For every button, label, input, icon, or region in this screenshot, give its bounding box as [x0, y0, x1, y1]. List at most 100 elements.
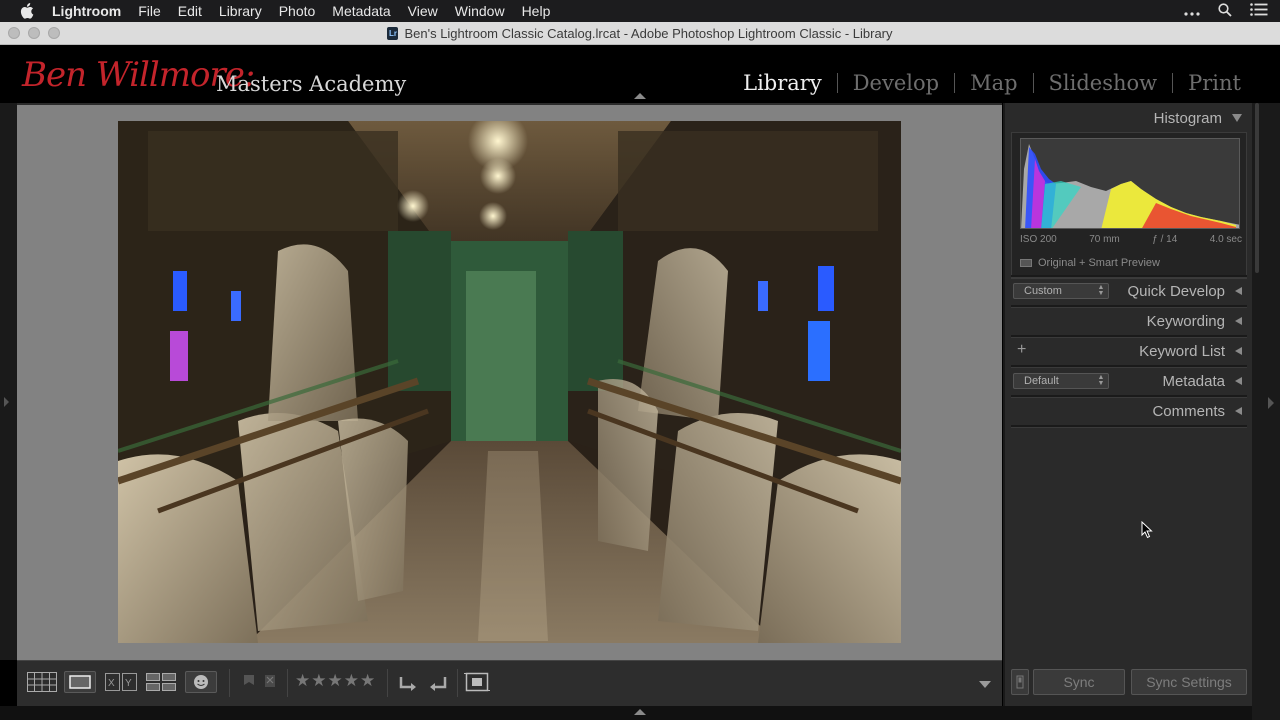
panel-divider	[1011, 335, 1247, 338]
quick-develop-title: Quick Develop	[1127, 282, 1225, 300]
sync-button[interactable]: Sync	[1033, 669, 1125, 695]
metadata-title: Metadata	[1162, 372, 1225, 390]
metadata-header[interactable]: Metadata	[1162, 371, 1242, 391]
keyword-list-header[interactable]: Keyword List	[1139, 341, 1242, 361]
zoom-window-button[interactable]	[48, 27, 60, 39]
keywording-title: Keywording	[1146, 312, 1225, 330]
toolbar-content-dropdown-icon[interactable]	[979, 681, 991, 688]
histogram-exif: ISO 200 70 mm ƒ / 14 4.0 sec	[1020, 234, 1242, 245]
module-develop[interactable]: Develop	[838, 71, 954, 95]
grid-view-icon[interactable]	[26, 671, 58, 693]
toolbar-separator	[287, 669, 288, 697]
histogram-panel: ISO 200 70 mm ƒ / 14 4.0 sec Original + …	[1011, 132, 1247, 279]
keyword-list-title: Keyword List	[1139, 342, 1225, 360]
loupe-view-icon[interactable]	[64, 671, 96, 693]
expanded-triangle-icon	[1232, 114, 1242, 122]
menu-help[interactable]: Help	[522, 3, 551, 19]
menu-window[interactable]: Window	[455, 3, 505, 19]
saved-preset-value: Custom	[1024, 285, 1062, 297]
mac-menubar: Lightroom File Edit Library Photo Metada…	[0, 0, 1280, 22]
comments-header[interactable]: Comments	[1152, 401, 1242, 421]
histogram-header[interactable]: Histogram	[1154, 108, 1242, 128]
module-slideshow[interactable]: Slideshow	[1034, 71, 1173, 95]
people-view-icon[interactable]	[185, 671, 217, 693]
comments-title: Comments	[1152, 402, 1225, 420]
identity-plate-subtitle: Masters Academy	[216, 72, 407, 96]
histogram-title: Histogram	[1153, 109, 1222, 127]
toolbar-separator	[457, 669, 458, 697]
pick-flag-icon[interactable]	[241, 671, 257, 693]
smart-preview-status[interactable]: Original + Smart Preview	[1020, 257, 1160, 269]
right-panel-toggle-icon[interactable]	[1268, 397, 1274, 409]
catalog-doc-icon: Lr	[387, 26, 399, 40]
right-panel-edge[interactable]	[1252, 103, 1280, 720]
left-panel-toggle-icon[interactable]	[4, 397, 9, 407]
stepper-arrows-icon: ▲ ▼	[1097, 284, 1105, 297]
apple-icon[interactable]	[20, 3, 34, 19]
menu-photo[interactable]: Photo	[279, 3, 316, 19]
module-print[interactable]: Print	[1173, 71, 1256, 95]
left-panel-edge[interactable]	[0, 103, 17, 660]
menu-edit[interactable]: Edit	[178, 3, 202, 19]
survey-view-icon[interactable]	[145, 671, 177, 693]
collapsed-triangle-icon	[1235, 377, 1242, 385]
keywording-header[interactable]: Keywording	[1147, 311, 1242, 331]
compare-x-label: X	[108, 678, 115, 689]
identity-plate-bar: Ben Willmore: Masters Academy Library De…	[0, 45, 1280, 103]
metadata-preset-value: Default	[1024, 375, 1059, 387]
crop-overlay-icon[interactable]	[464, 671, 490, 693]
metadata-preset-select[interactable]: Default ▲ ▼	[1013, 373, 1109, 389]
toolbar-separator	[387, 669, 388, 697]
window-controls	[8, 27, 60, 39]
star-rating[interactable]: ★★★★★	[295, 671, 376, 691]
panel-divider	[1011, 275, 1247, 278]
collapsed-triangle-icon	[1235, 317, 1242, 325]
filmstrip-collapsed-strip[interactable]	[0, 706, 1252, 720]
window-titlebar: Lr Ben's Lightroom Classic Catalog.lrcat…	[0, 22, 1280, 45]
focal-length-value: 70 mm	[1089, 234, 1120, 245]
menu-view[interactable]: View	[408, 3, 438, 19]
compare-view-icon[interactable]: XY	[104, 671, 138, 693]
right-panel-scrollbar[interactable]	[1255, 103, 1259, 273]
quick-develop-header[interactable]: Quick Develop	[1127, 281, 1242, 301]
rotate-left-icon[interactable]	[397, 671, 419, 693]
window-title: Ben's Lightroom Classic Catalog.lrcat - …	[404, 25, 893, 41]
menu-file[interactable]: File	[138, 3, 161, 19]
filmstrip-toggle-icon[interactable]	[634, 709, 646, 715]
histogram-graph[interactable]	[1020, 138, 1240, 229]
module-picker: Library Develop Map Slideshow Print	[728, 71, 1256, 95]
rotate-right-icon[interactable]	[427, 671, 449, 693]
iso-value: ISO 200	[1020, 234, 1057, 245]
smart-preview-label: Original + Smart Preview	[1038, 257, 1160, 269]
loupe-photo[interactable]	[118, 121, 901, 643]
add-keyword-icon[interactable]: +	[1017, 341, 1026, 359]
minimize-window-button[interactable]	[28, 27, 40, 39]
menu-library[interactable]: Library	[219, 3, 262, 19]
list-icon[interactable]	[1250, 3, 1268, 19]
mouse-cursor-icon	[1141, 521, 1153, 539]
compare-y-label: Y	[125, 678, 132, 689]
top-panel-toggle-icon[interactable]	[634, 93, 646, 99]
sync-button-bar: Sync Sync Settings	[1003, 660, 1252, 706]
module-library[interactable]: Library	[728, 71, 837, 95]
right-panel: Histogram ISO 200 70 mm ƒ / 14 4.0 sec O…	[1003, 103, 1252, 660]
auto-sync-switch[interactable]	[1011, 669, 1029, 695]
more-icon[interactable]	[1184, 3, 1200, 19]
toolbar-separator	[229, 669, 230, 697]
loupe-view[interactable]	[17, 103, 1002, 660]
panel-divider	[1011, 365, 1247, 368]
reject-flag-icon[interactable]	[263, 671, 279, 693]
close-window-button[interactable]	[8, 27, 20, 39]
collapsed-triangle-icon	[1235, 347, 1242, 355]
menu-app-lightroom[interactable]: Lightroom	[52, 3, 121, 19]
sync-settings-button[interactable]: Sync Settings	[1131, 669, 1247, 695]
mail-car-photo-image	[118, 121, 901, 643]
saved-preset-select[interactable]: Custom ▲ ▼	[1013, 283, 1109, 299]
menu-metadata[interactable]: Metadata	[332, 3, 390, 19]
module-map[interactable]: Map	[955, 71, 1032, 95]
stepper-arrows-icon: ▲ ▼	[1097, 374, 1105, 387]
shutter-speed-value: 4.0 sec	[1209, 234, 1242, 245]
collapsed-triangle-icon	[1235, 287, 1242, 295]
panel-divider	[1011, 305, 1247, 308]
search-icon[interactable]	[1218, 2, 1232, 20]
